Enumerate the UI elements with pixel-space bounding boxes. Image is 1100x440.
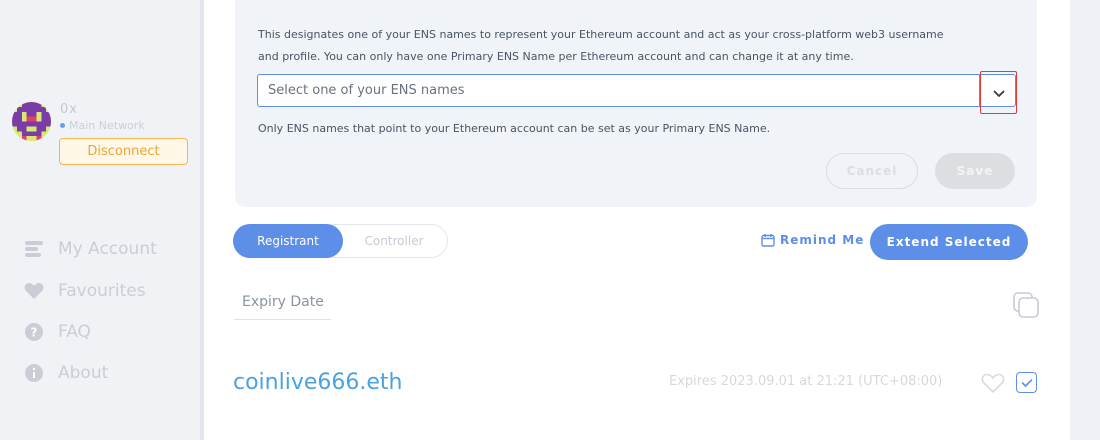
network-status: Main Network bbox=[60, 119, 145, 132]
svg-text:?: ? bbox=[31, 326, 38, 340]
select-all-icon[interactable] bbox=[1012, 291, 1040, 323]
dropdown-toggle-button[interactable] bbox=[980, 71, 1017, 114]
save-button[interactable]: Save bbox=[935, 153, 1015, 189]
question-icon: ? bbox=[24, 322, 44, 342]
avatar bbox=[12, 102, 51, 141]
ens-name-select[interactable]: Select one of your ENS names bbox=[257, 74, 1016, 107]
account-address: 0x bbox=[60, 102, 78, 117]
primary-ens-note: Only ENS names that point to your Ethere… bbox=[258, 122, 771, 135]
sidebar-item-label: Favourites bbox=[58, 281, 146, 301]
sidebar-item-favourites[interactable]: Favourites bbox=[24, 280, 146, 302]
domain-select-checkbox[interactable] bbox=[1016, 372, 1037, 393]
chevron-down-icon bbox=[993, 83, 1005, 102]
domain-link[interactable]: coinlive666.eth bbox=[233, 370, 402, 395]
sidebar-item-about[interactable]: About bbox=[24, 362, 108, 384]
sort-label: Expiry Date bbox=[242, 294, 324, 310]
disconnect-button[interactable]: Disconnect bbox=[59, 138, 188, 165]
checkmark-icon bbox=[1021, 373, 1033, 392]
sort-expiry-date[interactable]: Expiry Date bbox=[234, 290, 331, 320]
calendar-icon bbox=[761, 233, 775, 247]
network-label: Main Network bbox=[69, 119, 145, 132]
cancel-button[interactable]: Cancel bbox=[826, 153, 918, 189]
tab-controller[interactable]: Controller bbox=[354, 225, 434, 257]
heart-icon bbox=[24, 281, 44, 301]
network-dot-icon bbox=[60, 123, 65, 128]
sidebar-item-label: FAQ bbox=[58, 322, 91, 342]
description-line: This designates one of your ENS names to… bbox=[258, 28, 944, 41]
domain-expiry: Expires 2023.09.01 at 21:21 (UTC+08:00) bbox=[669, 374, 943, 389]
extend-selected-button[interactable]: Extend Selected bbox=[870, 224, 1028, 260]
primary-ens-description: This designates one of your ENS names to… bbox=[258, 24, 958, 67]
description-line: and profile. You can only have one Prima… bbox=[258, 49, 854, 63]
sidebar-item-faq[interactable]: ? FAQ bbox=[24, 321, 91, 343]
tab-registrant[interactable]: Registrant bbox=[233, 224, 343, 258]
role-toggle: Registrant Controller bbox=[233, 224, 448, 258]
right-gutter bbox=[1070, 0, 1100, 440]
select-placeholder: Select one of your ENS names bbox=[268, 83, 465, 98]
sidebar-item-label: My Account bbox=[58, 239, 157, 259]
info-icon bbox=[24, 363, 44, 383]
remind-me-button[interactable]: Remind Me bbox=[761, 233, 864, 247]
account-icon bbox=[24, 239, 44, 259]
favourite-heart-icon[interactable] bbox=[981, 372, 1005, 398]
sidebar-item-my-account[interactable]: My Account bbox=[24, 238, 157, 260]
sidebar-item-label: About bbox=[58, 363, 109, 383]
remind-me-label: Remind Me bbox=[780, 233, 865, 247]
